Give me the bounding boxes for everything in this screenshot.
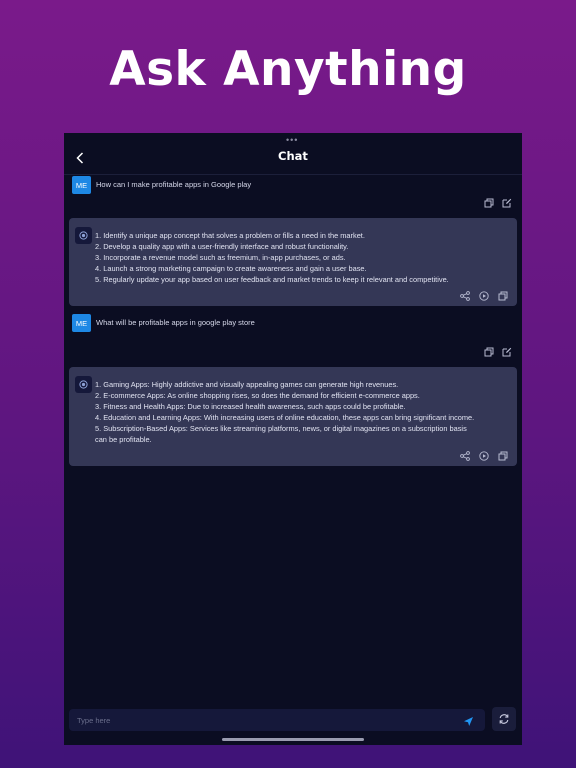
headline: Ask Anything [109,42,467,97]
bot-avatar [75,376,92,393]
share-icon [459,290,470,301]
user-message: ME How can I make profitable apps in Goo… [72,176,512,196]
user-message-text: What will be profitable apps in google p… [96,318,255,327]
user-message: ME What will be profitable apps in googl… [72,314,512,334]
nav-bar: Chat [64,143,522,175]
answer-text: 1. Gaming Apps: Highly addictive and vis… [95,380,511,445]
answer-line: 2. Develop a quality app with a user-fri… [95,241,349,251]
copy-icon [498,291,507,300]
answer-line: 1. Identify a unique app concept that so… [95,231,365,240]
edit-button[interactable] [501,346,512,357]
refresh-icon [499,714,509,724]
send-button[interactable] [463,714,475,726]
edit-button[interactable] [501,197,512,208]
assistant-icon [79,380,88,389]
message-input[interactable] [77,713,457,727]
assistant-answer: 1. Identify a unique app concept that so… [69,218,517,306]
refresh-button[interactable] [492,707,516,731]
answer-line: 5. Subscription-Based Apps: Services lik… [95,423,467,433]
copy-button[interactable] [483,346,494,357]
edit-icon [502,347,511,356]
app-window: ••• Chat ME How can I make profitable ap… [64,133,522,745]
bot-avatar [75,227,92,244]
answer-line: can be profitable. [95,434,152,444]
copy-icon [498,451,507,460]
play-button[interactable] [478,450,489,461]
answer-text: 1. Identify a unique app concept that so… [95,231,511,286]
share-button[interactable] [459,450,470,461]
answer-actions [459,290,508,301]
answer-line: 5. Regularly update your app based on us… [95,274,449,284]
play-icon [478,450,489,461]
answer-line: 3. Fitness and Health Apps: Due to incre… [95,401,406,411]
copy-button[interactable] [483,197,494,208]
play-button[interactable] [478,290,489,301]
assistant-icon [79,231,88,240]
answer-line: 3. Incorporate a revenue model such as f… [95,252,346,262]
user-message-text: How can I make profitable apps in Google… [96,180,252,189]
send-icon [464,717,473,726]
avatar: ME [72,176,91,194]
home-indicator [222,738,364,741]
copy-button[interactable] [497,450,508,461]
message-composer [69,709,485,731]
copy-icon [484,347,493,356]
edit-icon [502,198,511,207]
copy-button[interactable] [497,290,508,301]
answer-line: 4. Launch a strong marketing campaign to… [95,263,367,273]
answer-line: 4. Education and Learning Apps: With inc… [95,412,475,422]
user-message-actions [483,197,512,208]
assistant-answer: 1. Gaming Apps: Highly addictive and vis… [69,367,517,466]
play-icon [478,290,489,301]
share-icon [459,450,470,461]
answer-line: 2. E-commerce Apps: As online shopping r… [95,390,420,400]
share-button[interactable] [459,290,470,301]
avatar: ME [72,314,91,332]
answer-line: 1. Gaming Apps: Highly addictive and vis… [95,380,399,389]
user-message-actions [483,346,512,357]
answer-actions [459,450,508,461]
copy-icon [484,198,493,207]
page-title: Chat [278,149,308,163]
